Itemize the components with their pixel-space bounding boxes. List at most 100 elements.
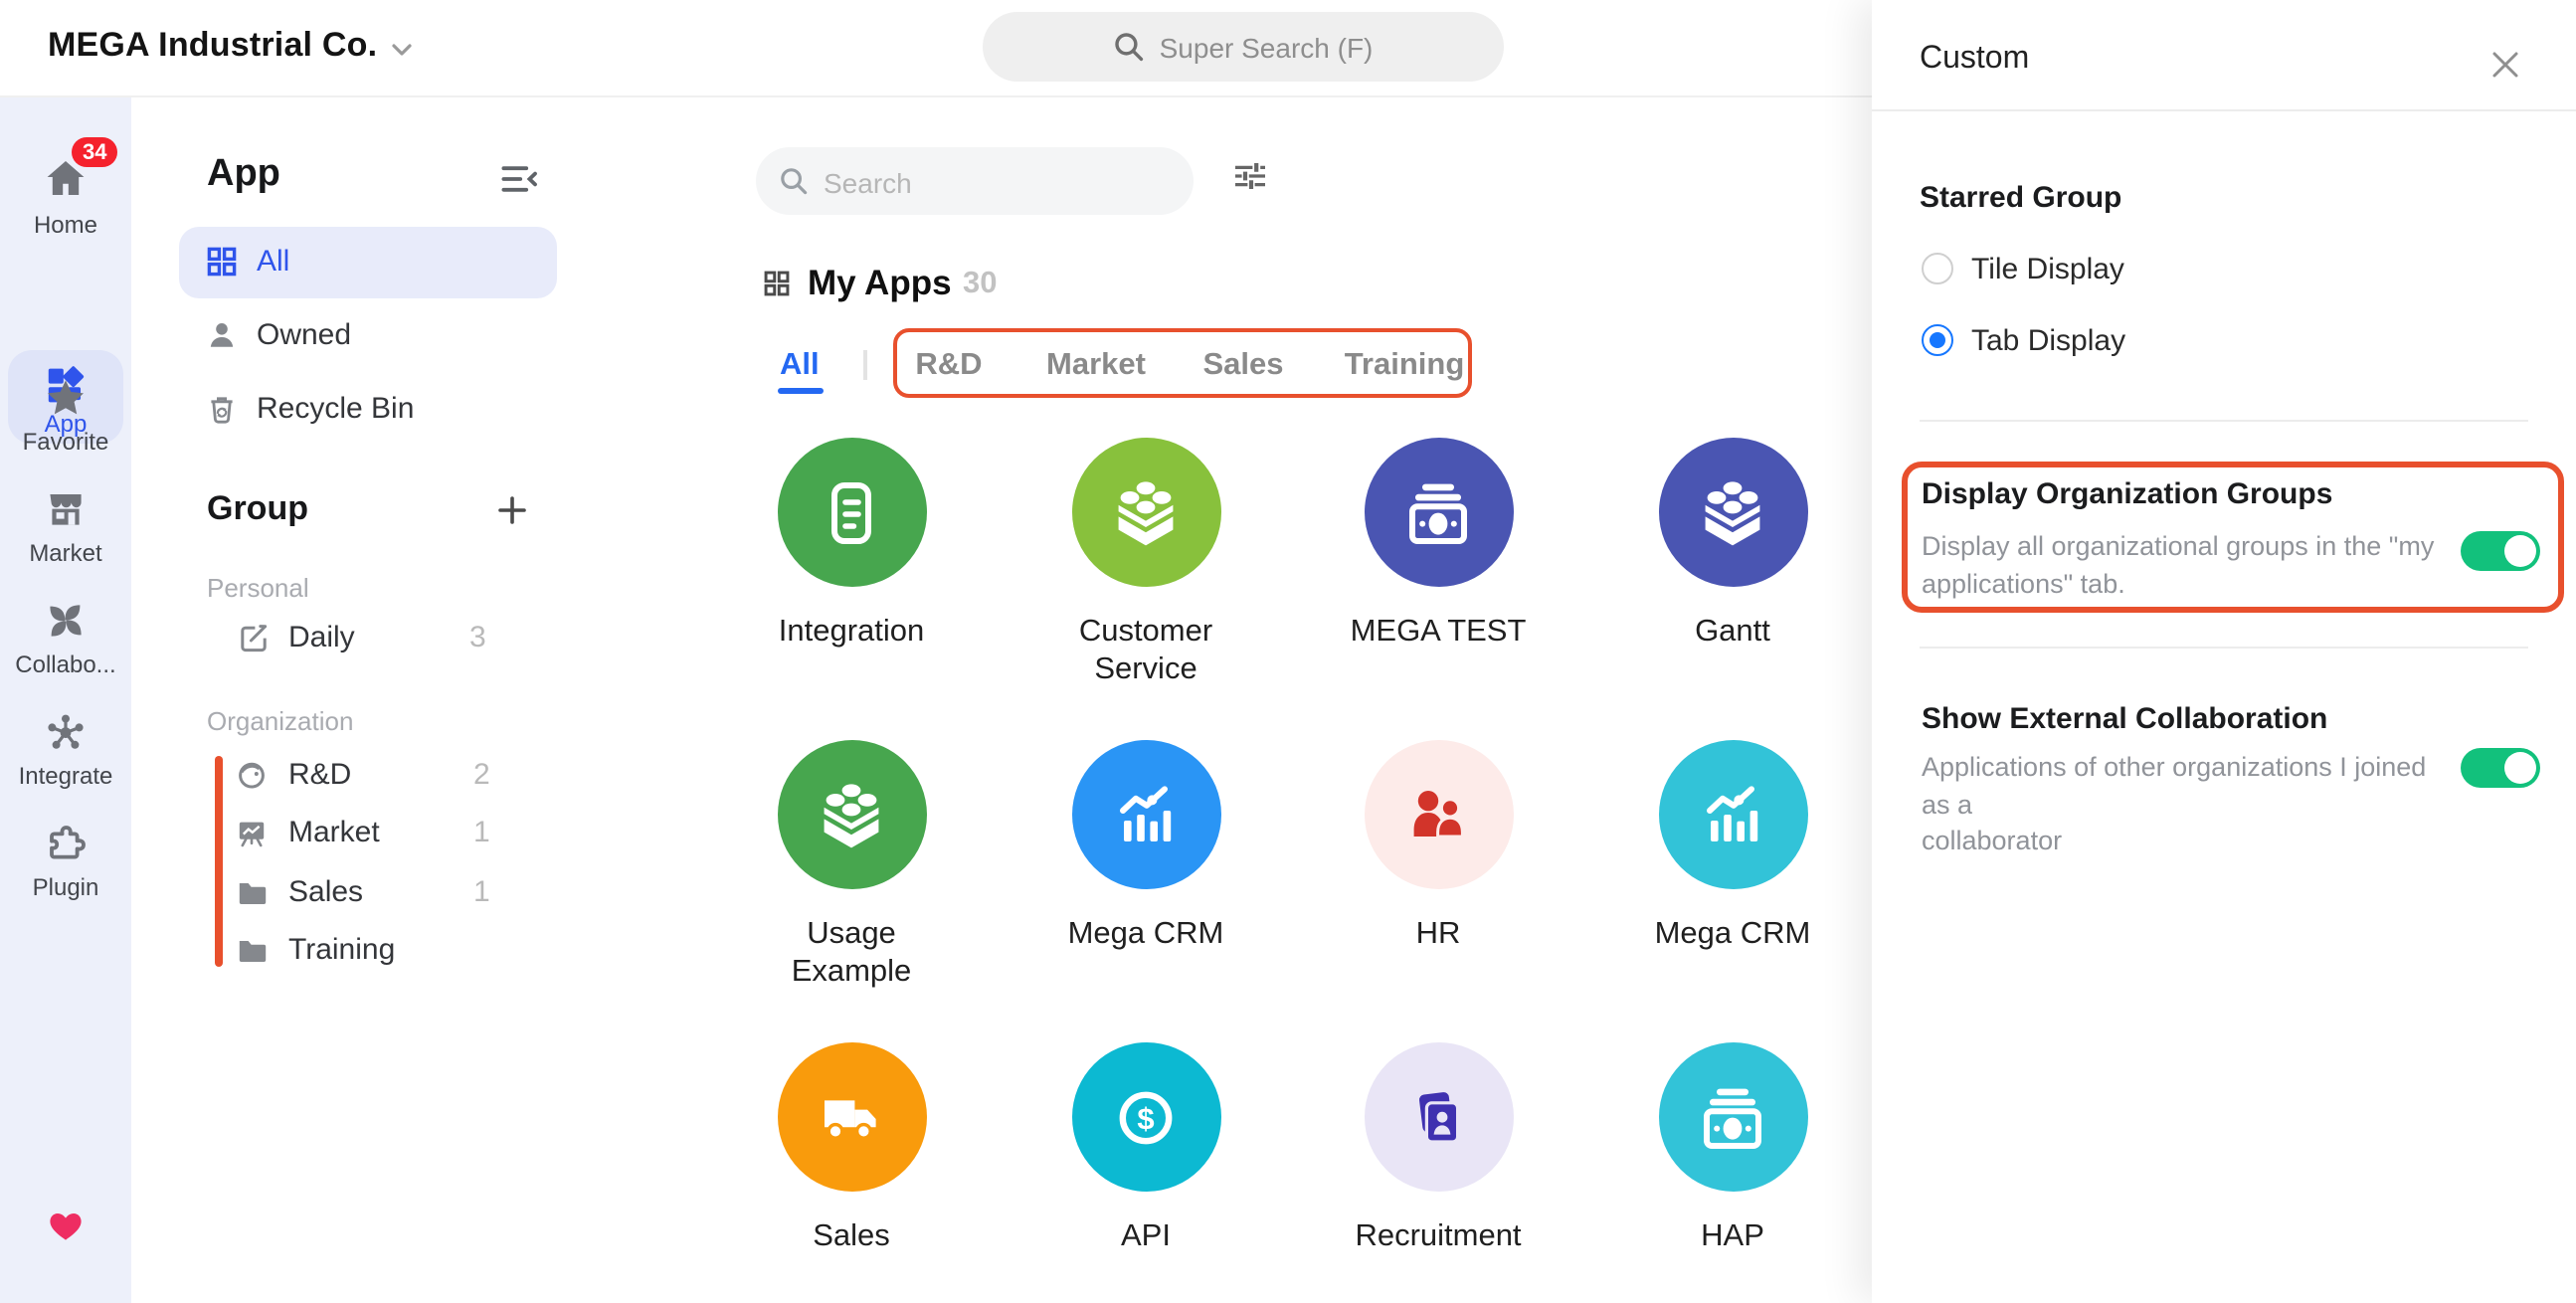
tab-all[interactable]: All	[780, 348, 820, 384]
display-org-description: Display all organizational groups in the…	[1922, 529, 2443, 603]
group-item-label: Daily	[288, 621, 355, 654]
sidebar-item-label: Integrate	[0, 762, 131, 790]
app-panel-title: App	[207, 153, 280, 197]
divider	[1920, 647, 2528, 649]
filter-item-label: All	[257, 245, 289, 279]
toggle-knob	[2504, 535, 2536, 567]
group-item-label: Sales	[288, 875, 363, 909]
app-tile-label: API	[1040, 1217, 1251, 1255]
sidebar-item-collaboration[interactable]: Collabo...	[0, 599, 131, 678]
app-tile-label: Mega CRM	[1040, 915, 1251, 953]
app-tile-label: HR	[1333, 915, 1544, 953]
app-tile-sales[interactable]: Sales	[742, 1042, 961, 1255]
toggle-external-collab[interactable]	[2461, 748, 2540, 788]
avatar-icon	[237, 760, 267, 790]
app-tile-label: Gantt	[1627, 613, 1838, 651]
organization-section-label: Organization	[207, 706, 353, 736]
app-tile-gantt[interactable]: Gantt	[1623, 438, 1842, 651]
tab-divider	[863, 350, 866, 380]
app-tile-api[interactable]: API	[1036, 1042, 1255, 1255]
drawer-title: Custom	[1920, 42, 2029, 78]
heart-icon[interactable]	[0, 1206, 131, 1245]
lego-box-icon	[777, 740, 926, 889]
close-icon[interactable]	[2486, 46, 2524, 84]
radio-tab-display[interactable]	[1922, 324, 1953, 356]
group-section-title: Group	[207, 489, 308, 529]
recycle-bin-icon	[207, 394, 237, 424]
search-input[interactable]	[820, 147, 1186, 219]
description-line: Applications of other organizations I jo…	[1922, 750, 2443, 824]
folder-icon	[237, 935, 267, 965]
search-icon	[780, 167, 808, 195]
app-tile-usage-example[interactable]: Usage Example	[742, 740, 961, 991]
tab-training[interactable]: Training	[1345, 348, 1465, 384]
toggle-display-org[interactable]	[2461, 531, 2540, 571]
org-switcher[interactable]: MEGA Industrial Co.	[48, 26, 377, 66]
filter-item-label: Owned	[257, 318, 351, 352]
sidebar-item-home[interactable]: 34 Home	[0, 155, 131, 239]
divider	[1920, 420, 2528, 422]
app-tile-hr[interactable]: HR	[1329, 740, 1548, 953]
person-icon	[207, 320, 237, 350]
id-cards-icon	[1364, 1042, 1513, 1192]
sidebar-item-market[interactable]: Market	[0, 487, 131, 567]
sidebar-item-label: Collabo...	[0, 651, 131, 678]
sidebar-item-plugin[interactable]: Plugin	[0, 822, 131, 901]
app-window: MEGA Industrial Co. Super Search (F) 34 …	[0, 0, 2576, 1303]
chevron-down-icon[interactable]	[390, 38, 414, 62]
sidebar-item-label: Plugin	[0, 873, 131, 901]
banknote-icon	[1364, 438, 1513, 587]
app-tile-label: Integration	[746, 613, 957, 651]
collapse-panel-icon[interactable]	[499, 159, 539, 199]
app-tile-label: Recruitment	[1333, 1217, 1544, 1255]
apps-search	[756, 147, 1194, 215]
app-tile-recruitment[interactable]: Recruitment	[1329, 1042, 1548, 1255]
lego-box-icon	[1658, 438, 1807, 587]
dollar-circle-icon	[1071, 1042, 1220, 1192]
radio-label[interactable]: Tab Display	[1971, 324, 2125, 358]
app-tile-mega-test[interactable]: MEGA TEST	[1329, 438, 1548, 651]
app-tile-label: Mega CRM	[1627, 915, 1838, 953]
add-group-icon[interactable]	[497, 495, 527, 525]
puzzle-icon	[0, 822, 131, 865]
document-icon	[777, 438, 926, 587]
app-tile-hap[interactable]: HAP	[1623, 1042, 1842, 1255]
app-tile-mega-crm-2[interactable]: Mega CRM	[1623, 740, 1842, 953]
group-item-count: 1	[473, 875, 490, 909]
description-line: applications" tab.	[1922, 566, 2443, 603]
banknote-icon	[1658, 1042, 1807, 1192]
tab-market[interactable]: Market	[1046, 348, 1146, 384]
group-item-label: Training	[288, 933, 395, 967]
app-tile-mega-crm[interactable]: Mega CRM	[1036, 740, 1255, 953]
radio-label[interactable]: Tile Display	[1971, 253, 2124, 286]
storefront-icon	[0, 487, 131, 531]
app-tile-customer-service[interactable]: Customer Service	[1036, 438, 1255, 688]
sidebar-item-label: Market	[0, 539, 131, 567]
filter-item-all[interactable]: All	[179, 227, 557, 298]
chart-icon	[1658, 740, 1807, 889]
app-tile-label: Sales	[746, 1217, 957, 1255]
custom-settings-drawer: Custom Starred Group Tile Display Tab Di…	[1872, 0, 2576, 1303]
app-tile-label: Usage Example	[746, 915, 957, 991]
external-collab-title: Show External Collaboration	[1922, 702, 2327, 736]
app-tile-label: MEGA TEST	[1333, 613, 1544, 651]
tab-sales[interactable]: Sales	[1202, 348, 1283, 384]
sidebar-item-label: Home	[0, 211, 131, 239]
notification-badge: 34	[72, 137, 118, 167]
org-name: MEGA Industrial Co.	[48, 26, 377, 64]
pinwheel-icon	[0, 599, 131, 643]
radio-tile-display[interactable]	[1922, 253, 1953, 284]
hub-icon	[0, 710, 131, 754]
grid-icon	[764, 271, 790, 296]
super-search[interactable]: Super Search (F)	[983, 12, 1504, 82]
display-org-title: Display Organization Groups	[1922, 477, 2332, 511]
app-tile-integration[interactable]: Integration	[742, 438, 961, 651]
sidebar-item-favorite[interactable]: Favorite	[0, 376, 131, 456]
filter-sliders-icon[interactable]	[1233, 161, 1267, 191]
group-item-count: 2	[473, 758, 490, 792]
tab-rd[interactable]: R&D	[915, 348, 982, 384]
chart-icon	[1071, 740, 1220, 889]
external-collab-description: Applications of other organizations I jo…	[1922, 750, 2443, 860]
group-item-count: 1	[473, 816, 490, 849]
sidebar-item-integrate[interactable]: Integrate	[0, 710, 131, 790]
